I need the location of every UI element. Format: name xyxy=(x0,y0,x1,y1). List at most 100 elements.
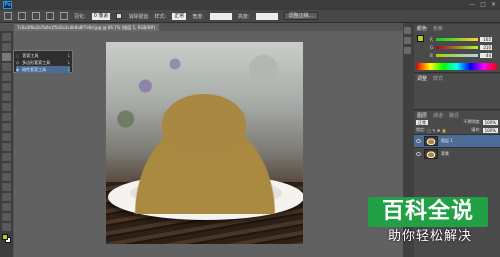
eyedropper-tool-icon[interactable] xyxy=(2,83,11,91)
color-spectrum-bar[interactable] xyxy=(417,63,497,70)
width-label: 宽度: xyxy=(192,13,204,20)
app-logo: Ps xyxy=(3,1,12,9)
antialias-checkbox[interactable] xyxy=(116,13,123,19)
layer-name: 图层 1 xyxy=(441,138,453,143)
tab-paths[interactable]: 路径 xyxy=(449,112,459,119)
tab-adjustments[interactable]: 调整 xyxy=(417,75,427,82)
crop-tool-icon[interactable] xyxy=(2,73,11,81)
lasso-tool-flyout: ◌ 套索工具 L ◇ 多边形套索工具 L ◈ 磁性套索工具 L xyxy=(13,50,73,73)
brush-tool-icon[interactable] xyxy=(2,103,11,111)
channel-label: G xyxy=(430,44,434,50)
layers-panel-tabs: 图层 通道 路径 xyxy=(414,111,500,119)
new-selection-icon[interactable] xyxy=(18,12,26,20)
opacity-label: 不透明度: xyxy=(463,119,481,124)
feather-input[interactable]: 0 像素 xyxy=(91,12,111,20)
blur-tool-icon[interactable] xyxy=(2,153,11,161)
lasso-tool-icon[interactable] xyxy=(2,53,11,61)
flyout-shortcut: L xyxy=(67,60,70,65)
type-tool-icon[interactable] xyxy=(2,183,11,191)
minimize-button[interactable]: — xyxy=(469,1,475,8)
add-selection-icon[interactable] xyxy=(32,12,40,20)
quick-selection-tool-icon[interactable] xyxy=(2,63,11,71)
window-controls: — □ ✕ xyxy=(469,1,496,8)
lasso-icon: ◌ xyxy=(16,53,20,58)
adjustments-panel-tabs: 调整 样式 xyxy=(414,74,500,82)
zoom-tool-icon[interactable] xyxy=(2,223,11,231)
properties-panel-icon[interactable] xyxy=(404,37,411,44)
healing-brush-tool-icon[interactable] xyxy=(2,93,11,101)
red-value-input[interactable]: 165 xyxy=(480,36,492,42)
refine-edge-button[interactable]: 调整边缘... xyxy=(283,12,319,20)
green-slider[interactable] xyxy=(436,45,478,49)
gradient-tool-icon[interactable] xyxy=(2,143,11,151)
width-input[interactable] xyxy=(209,12,232,20)
marquee-tool-icon[interactable] xyxy=(2,43,11,51)
blend-mode-select[interactable]: 正常 xyxy=(416,119,428,125)
panel-foreground-swatch[interactable] xyxy=(417,35,424,42)
color-panel: 颜色 色板 R 165 G 210 B 44 xyxy=(414,24,500,73)
blue-slider[interactable] xyxy=(436,53,478,57)
watermark: 百科全说 助你轻松解决 xyxy=(364,193,490,249)
flyout-item-label: 套索工具 xyxy=(22,52,39,58)
foreground-color-swatch[interactable] xyxy=(2,234,8,240)
document-tab[interactable]: 7c6a3f8a2b7b0a1f5d2e3c4b9a8f7e6d.jpg @ 6… xyxy=(14,24,159,31)
shape-tool-icon[interactable] xyxy=(2,203,11,211)
lock-fill-row: 锁定: ▢ ✎ ✥ 🔒 填充: 100% xyxy=(414,126,500,134)
flyout-shortcut: L xyxy=(67,67,70,72)
layer-row[interactable]: 背景 xyxy=(414,147,500,160)
magnetic-lasso-tool-option[interactable]: ◈ 磁性套索工具 L xyxy=(16,66,70,73)
tab-swatches[interactable]: 色板 xyxy=(433,25,443,32)
red-slider[interactable] xyxy=(436,37,478,41)
dodge-tool-icon[interactable] xyxy=(2,163,11,171)
hand-tool-icon[interactable] xyxy=(2,213,11,221)
flyout-item-label: 多边形套索工具 xyxy=(22,59,51,65)
options-bar: 羽化: 0 像素 消除锯齿 样式: 正常 宽度: 高度: 调整边缘... xyxy=(0,10,500,23)
clone-stamp-tool-icon[interactable] xyxy=(2,113,11,121)
style-label: 样式: xyxy=(154,13,167,20)
blue-value-input[interactable]: 44 xyxy=(480,52,492,58)
maximize-button[interactable]: □ xyxy=(480,1,486,8)
color-panel-tabs: 颜色 色板 xyxy=(414,24,500,32)
green-value-input[interactable]: 210 xyxy=(480,44,492,50)
watermark-subtitle: 助你轻松解决 xyxy=(387,229,472,244)
opacity-input[interactable]: 100% xyxy=(482,119,498,125)
fill-label: 填充: xyxy=(471,127,481,132)
move-tool-icon[interactable] xyxy=(2,33,11,41)
style-select[interactable]: 正常 xyxy=(172,12,187,20)
tab-channels[interactable]: 通道 xyxy=(433,112,443,119)
history-panel-icon[interactable] xyxy=(404,27,411,34)
blend-opacity-row: 正常 不透明度: 100% xyxy=(414,118,500,126)
intersect-selection-icon[interactable] xyxy=(60,12,68,20)
path-selection-tool-icon[interactable] xyxy=(2,193,11,201)
powder-peak xyxy=(162,94,246,154)
layer-name: 背景 xyxy=(441,151,449,156)
feather-label: 羽化: xyxy=(74,13,86,20)
height-input[interactable] xyxy=(255,12,278,20)
lasso-tool-option[interactable]: ◌ 套索工具 L xyxy=(16,52,70,59)
document-image[interactable] xyxy=(106,42,303,244)
flyout-shortcut: L xyxy=(67,53,70,58)
channel-label: B xyxy=(430,52,433,58)
info-panel-icon[interactable] xyxy=(404,47,411,54)
lock-icons[interactable]: ▢ ✎ ✥ 🔒 xyxy=(427,128,446,133)
tab-color[interactable]: 颜色 xyxy=(417,25,427,32)
flyout-item-label: 磁性套索工具 xyxy=(22,66,47,72)
menu-bar: Ps — □ ✕ xyxy=(0,0,500,10)
watermark-logo: 百科全说 xyxy=(368,197,488,227)
subtract-selection-icon[interactable] xyxy=(46,12,54,20)
fill-input[interactable]: 100% xyxy=(482,127,498,133)
tool-preset-icon[interactable] xyxy=(4,12,12,20)
pen-tool-icon[interactable] xyxy=(2,173,11,181)
history-brush-tool-icon[interactable] xyxy=(2,123,11,131)
color-swatches[interactable] xyxy=(2,234,11,243)
layer-thumbnail xyxy=(424,136,438,146)
layer-row[interactable]: 图层 1 xyxy=(414,134,500,147)
eye-icon[interactable] xyxy=(416,139,421,143)
eraser-tool-icon[interactable] xyxy=(2,133,11,141)
tab-styles[interactable]: 样式 xyxy=(433,75,443,82)
red-slider-row: R 165 xyxy=(430,36,492,42)
close-button[interactable]: ✕ xyxy=(491,1,496,8)
eye-icon[interactable] xyxy=(416,152,421,156)
polygonal-lasso-tool-option[interactable]: ◇ 多边形套索工具 L xyxy=(16,59,70,66)
tab-layers[interactable]: 图层 xyxy=(417,112,427,119)
